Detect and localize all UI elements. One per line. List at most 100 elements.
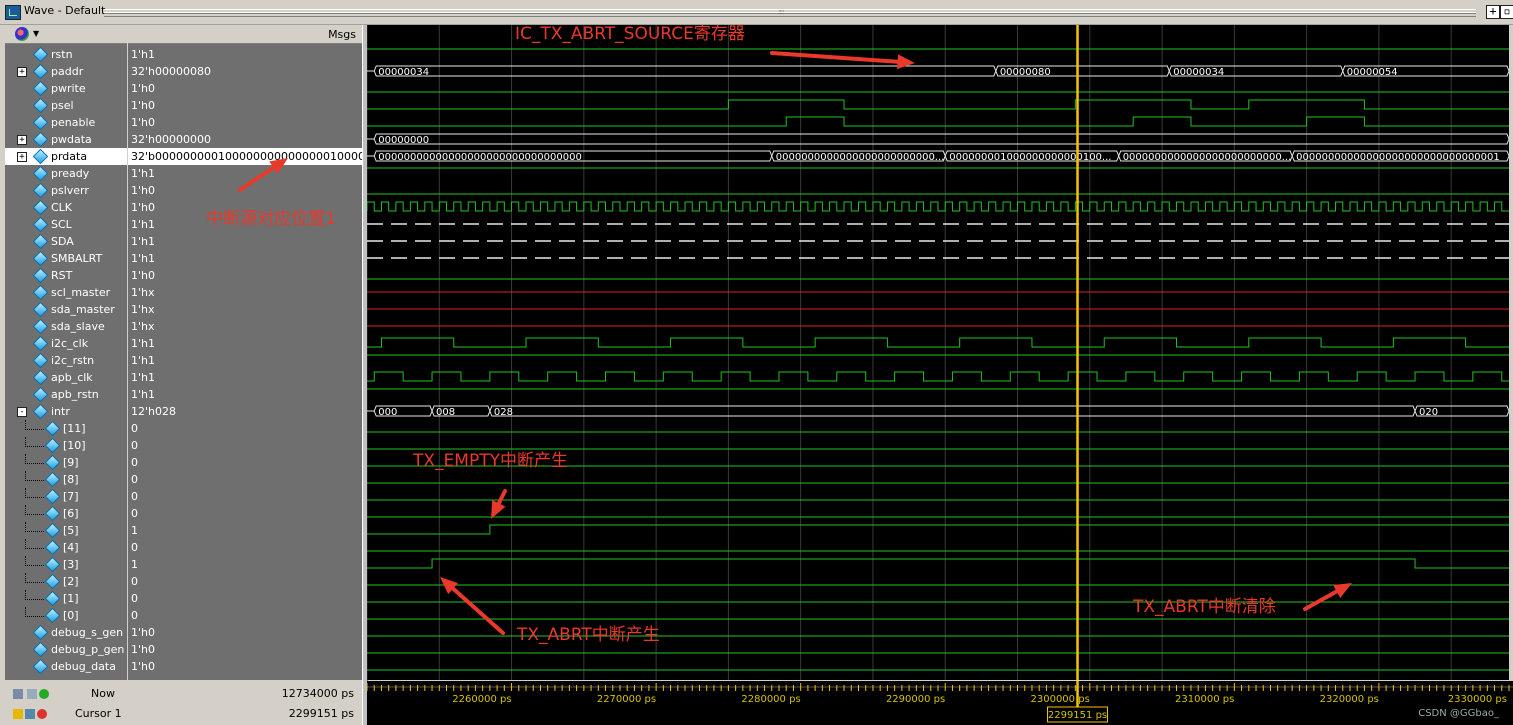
signal-row-bit0bit[interactable]: [0]	[5, 607, 127, 624]
signal-value[interactable]: 1'h0	[131, 624, 155, 641]
signal-value[interactable]: 0	[131, 454, 138, 471]
signal-row-psel[interactable]: psel	[5, 97, 127, 114]
signal-row-scl_master[interactable]: scl_master	[5, 284, 127, 301]
signal-value[interactable]: 0	[131, 437, 138, 454]
signal-value[interactable]: 1'h1	[131, 233, 155, 250]
signal-value[interactable]: 1'h1	[131, 386, 155, 403]
signal-row-apb_clk[interactable]: apb_clk	[5, 369, 127, 386]
signal-row-prdata[interactable]: + prdata	[5, 148, 127, 165]
signal-row-pready[interactable]: pready	[5, 165, 127, 182]
time-axis-canvas[interactable]: 2260000 ps 2270000 ps 2280000 ps 2290000 ps…	[367, 681, 1513, 725]
delete-cursor-icon[interactable]	[37, 709, 47, 719]
signal-row-SDA[interactable]: SDA	[5, 233, 127, 250]
signal-row-pwdata[interactable]: + pwdata	[5, 131, 127, 148]
expand-icon[interactable]: +	[17, 152, 27, 162]
signal-value[interactable]: 1'h0	[131, 267, 155, 284]
signal-value[interactable]: 1'hx	[131, 301, 155, 318]
signal-row-bit11bit[interactable]: [11]	[5, 420, 127, 437]
signal-value[interactable]: 1'h0	[131, 182, 155, 199]
signal-row-debug_p_gen[interactable]: debug_p_gen	[5, 641, 127, 658]
signal-row-debug_data[interactable]: debug_data	[5, 658, 127, 675]
signal-value[interactable]: 0	[131, 505, 138, 522]
signal-value[interactable]: 1'h0	[131, 641, 155, 658]
wave-pwdata[interactable]: 00000000	[367, 133, 1509, 146]
cursor-name[interactable]: Cursor 1	[75, 705, 122, 723]
signal-row-bit9bit[interactable]: [9]	[5, 454, 127, 471]
signal-row-bit2bit[interactable]: [2]	[5, 573, 127, 590]
title-drag-grip[interactable]	[104, 9, 1476, 17]
signal-value[interactable]: 1'hx	[131, 318, 155, 335]
signal-row-bit10bit[interactable]: [10]	[5, 437, 127, 454]
now-icon[interactable]	[13, 689, 23, 699]
wave-bit5bit[interactable]	[367, 524, 1509, 535]
signal-value[interactable]: 1'h0	[131, 199, 155, 216]
expand-icon[interactable]: +	[17, 67, 27, 77]
signal-value[interactable]: 0	[131, 471, 138, 488]
wave-psel[interactable]	[367, 99, 1509, 110]
signal-row-bit1bit[interactable]: [1]	[5, 590, 127, 607]
signal-value[interactable]: 0	[131, 488, 138, 505]
signal-value[interactable]: 1'hx	[131, 284, 155, 301]
wave-i2c_clk[interactable]	[367, 337, 1509, 348]
signal-row-sda_master[interactable]: sda_master	[5, 301, 127, 318]
add-cursor-icon[interactable]	[39, 689, 49, 699]
undock-button[interactable]: ▫	[1500, 5, 1513, 19]
signal-row-pwrite[interactable]: pwrite	[5, 80, 127, 97]
signal-value[interactable]: 1'h1	[131, 216, 155, 233]
signal-value[interactable]: 1'h1	[131, 335, 155, 352]
signal-value[interactable]: 0	[131, 573, 138, 590]
signal-row-i2c_rstn[interactable]: i2c_rstn	[5, 352, 127, 369]
signal-value[interactable]: 32'h00000000	[131, 131, 211, 148]
signal-value[interactable]: 1'h0	[131, 80, 155, 97]
collapse-icon[interactable]: -	[17, 407, 27, 417]
signal-row-bit7bit[interactable]: [7]	[5, 488, 127, 505]
signal-value[interactable]: 1'h1	[131, 352, 155, 369]
waveform-pane[interactable]: 00000034 00000080 00000034 00000054 00000000…	[367, 25, 1509, 680]
time-axis[interactable]: 2260000 ps 2270000 ps 2280000 ps 2290000 ps…	[367, 681, 1513, 725]
signal-row-paddr[interactable]: + paddr	[5, 63, 127, 80]
signal-value[interactable]: 1	[131, 522, 138, 539]
signal-row-i2c_clk[interactable]: i2c_clk	[5, 335, 127, 352]
wave-prdata[interactable]: 00000000000000000000000000000000 00000000…	[367, 150, 1509, 163]
signal-row-SCL[interactable]: SCL	[5, 216, 127, 233]
wave-bit3bit[interactable]	[367, 558, 1509, 569]
signal-row-intr[interactable]: - intr	[5, 403, 127, 420]
compare-icon[interactable]	[27, 689, 37, 699]
signal-row-sda_slave[interactable]: sda_slave	[5, 318, 127, 335]
wave-paddr[interactable]: 00000034 00000080 00000034 00000054	[367, 65, 1509, 78]
expand-icon[interactable]: +	[17, 135, 27, 145]
signal-value[interactable]: 1'h0	[131, 658, 155, 675]
signal-row-RST[interactable]: RST	[5, 267, 127, 284]
signal-value[interactable]: 1	[131, 556, 138, 573]
signal-row-bit8bit[interactable]: [8]	[5, 471, 127, 488]
wave-settings-icon[interactable]	[15, 27, 29, 41]
signal-value[interactable]: 1'h1	[131, 369, 155, 386]
wave-penable[interactable]	[367, 116, 1509, 127]
chevron-down-icon[interactable]: ▼	[33, 29, 39, 38]
signal-value[interactable]: 1'h0	[131, 114, 155, 131]
signal-value[interactable]: 12'h028	[131, 403, 176, 420]
wave-intr[interactable]: 000 008 028 020	[367, 405, 1509, 418]
signal-row-apb_rstn[interactable]: apb_rstn	[5, 386, 127, 403]
wave-apb_clk[interactable]	[367, 371, 1509, 382]
signal-value[interactable]: 0	[131, 420, 138, 437]
signal-value[interactable]: 0	[131, 607, 138, 624]
lock-cursor-icon[interactable]	[13, 709, 23, 719]
signal-value[interactable]: 1'h1	[131, 46, 155, 63]
signal-row-CLK[interactable]: CLK	[5, 199, 127, 216]
signal-row-bit4bit[interactable]: [4]	[5, 539, 127, 556]
signal-row-bit5bit[interactable]: [5]	[5, 522, 127, 539]
waveform-canvas[interactable]: 00000034 00000080 00000034 00000054 00000000…	[367, 25, 1509, 680]
signal-row-pslverr[interactable]: pslverr	[5, 182, 127, 199]
signal-value[interactable]: 0	[131, 590, 138, 607]
signal-value[interactable]: 32'h00000080	[131, 63, 211, 80]
signal-row-bit6bit[interactable]: [6]	[5, 505, 127, 522]
signal-value[interactable]: 0	[131, 539, 138, 556]
edit-cursor-icon[interactable]	[25, 709, 35, 719]
signal-row-rstn[interactable]: rstn	[5, 46, 127, 63]
signal-row-SMBALRT[interactable]: SMBALRT	[5, 250, 127, 267]
signal-row-bit3bit[interactable]: [3]	[5, 556, 127, 573]
add-pane-button[interactable]: +	[1486, 5, 1500, 19]
signal-value[interactable]: 1'h1	[131, 250, 155, 267]
signal-row-debug_s_gen[interactable]: debug_s_gen	[5, 624, 127, 641]
